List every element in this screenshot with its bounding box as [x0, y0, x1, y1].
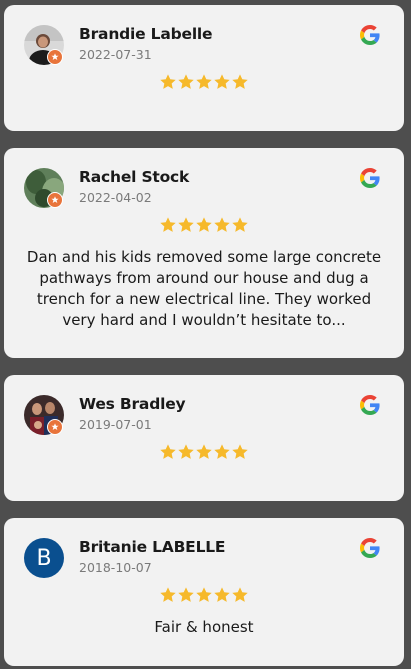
star-icon [195, 586, 213, 604]
review-card: Wes Bradley 2019-07-01 [4, 375, 404, 501]
review-date: 2019-07-01 [79, 417, 152, 432]
rating-stars [4, 73, 404, 91]
review-text: Dan and his kids removed some large conc… [26, 248, 382, 329]
star-icon [159, 443, 177, 461]
review-text: Fair & honest [154, 618, 254, 636]
star-icon [231, 73, 249, 91]
star-icon [177, 73, 195, 91]
review-card: Rachel Stock 2022-04-02 Dan and his kids… [4, 148, 404, 358]
reviewer-name[interactable]: Britanie LABELLE [79, 538, 226, 556]
reviewer-name[interactable]: Brandie Labelle [79, 25, 213, 43]
star-icon [213, 586, 231, 604]
reviewer-avatar[interactable]: B [24, 538, 64, 578]
star-icon [159, 73, 177, 91]
review-card: Brandie Labelle 2022-07-31 [4, 5, 404, 131]
google-icon[interactable] [360, 25, 380, 45]
reviewer-name[interactable]: Rachel Stock [79, 168, 189, 186]
reviewer-name[interactable]: Wes Bradley [79, 395, 186, 413]
star-icon [159, 216, 177, 234]
star-icon [177, 443, 195, 461]
local-guide-badge-icon [47, 192, 63, 208]
star-icon [213, 443, 231, 461]
google-icon[interactable] [360, 538, 380, 558]
star-icon [195, 216, 213, 234]
rating-stars [4, 443, 404, 461]
rating-stars [4, 216, 404, 234]
google-icon[interactable] [360, 395, 380, 415]
star-icon [231, 586, 249, 604]
review-card: B Britanie LABELLE 2018-10-07 Fair & hon… [4, 518, 404, 666]
avatar-initial: B [36, 545, 52, 571]
star-icon [195, 73, 213, 91]
local-guide-badge-icon [47, 49, 63, 65]
local-guide-badge-icon [47, 419, 63, 435]
google-icon[interactable] [360, 168, 380, 188]
rating-stars [4, 586, 404, 604]
review-date: 2018-10-07 [79, 560, 152, 575]
star-icon [177, 216, 195, 234]
star-icon [231, 216, 249, 234]
star-icon [213, 216, 231, 234]
review-date: 2022-07-31 [79, 47, 152, 62]
star-icon [177, 586, 195, 604]
star-icon [231, 443, 249, 461]
star-icon [159, 586, 177, 604]
star-icon [195, 443, 213, 461]
star-icon [213, 73, 231, 91]
review-date: 2022-04-02 [79, 190, 152, 205]
